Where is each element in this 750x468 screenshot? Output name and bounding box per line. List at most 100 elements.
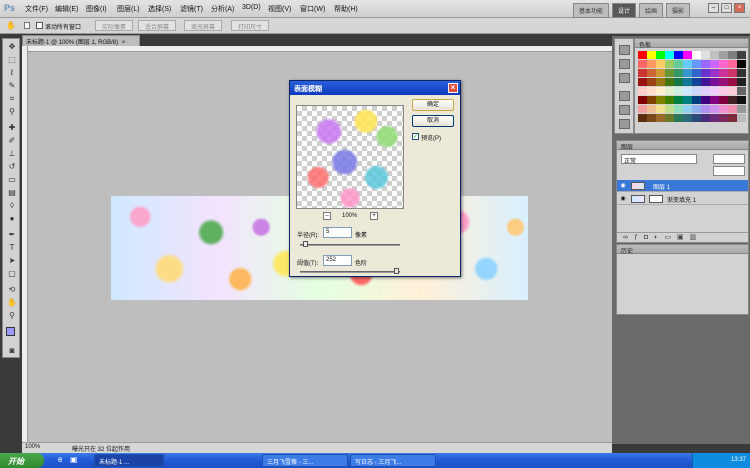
shape-tool-icon[interactable]: ▢ — [6, 268, 18, 279]
color-swatch[interactable] — [701, 60, 710, 68]
task-browser-1[interactable]: 三月飞雪薇 - 三... — [262, 454, 348, 467]
color-swatch[interactable] — [701, 51, 710, 59]
visibility-eye-icon[interactable]: ◉ — [619, 195, 627, 202]
add-mask-icon[interactable]: ◘ — [644, 234, 654, 241]
color-swatch[interactable] — [665, 60, 674, 68]
layer-name[interactable]: 图层 1 — [653, 182, 670, 191]
color-swatch[interactable] — [656, 105, 665, 113]
color-swatch[interactable] — [674, 51, 683, 59]
color-swatch[interactable] — [737, 105, 746, 113]
fill-screen-button[interactable]: 填充屏幕 — [184, 20, 223, 31]
color-swatch[interactable] — [638, 78, 647, 86]
dodge-tool-icon[interactable]: ● — [6, 213, 18, 224]
color-swatch[interactable] — [710, 60, 719, 68]
color-swatch[interactable] — [710, 51, 719, 59]
radius-input[interactable]: 5 — [323, 227, 352, 238]
color-swatch[interactable] — [719, 105, 728, 113]
eyedropper-tool-icon[interactable]: ⚲ — [6, 106, 18, 117]
color-swatch[interactable] — [737, 60, 746, 68]
color-swatch[interactable] — [674, 69, 683, 77]
color-swatch[interactable] — [674, 78, 683, 86]
color-swatch[interactable] — [728, 96, 737, 104]
color-swatch[interactable] — [719, 78, 728, 86]
color-swatch[interactable] — [728, 114, 737, 122]
workspace-painting[interactable]: 绘画 — [638, 3, 663, 18]
ok-button[interactable]: 确定 — [412, 99, 454, 111]
3d-rotate-tool-icon[interactable]: ⟲ — [6, 284, 18, 295]
layer-style-icon[interactable]: ƒ — [634, 234, 644, 241]
color-swatch[interactable] — [647, 78, 656, 86]
channels-panel-icon[interactable] — [619, 119, 630, 129]
color-swatch[interactable] — [656, 87, 665, 95]
color-swatch[interactable] — [692, 78, 701, 86]
color-swatch[interactable] — [647, 51, 656, 59]
dialog-close-icon[interactable]: × — [448, 83, 458, 93]
color-swatch[interactable] — [737, 87, 746, 95]
color-swatch[interactable] — [647, 87, 656, 95]
menu-window[interactable]: 窗口(W) — [300, 4, 325, 14]
color-swatch[interactable] — [719, 96, 728, 104]
color-swatch[interactable] — [737, 114, 746, 122]
zoom-level[interactable]: 100% — [25, 444, 40, 450]
clock[interactable]: 13:37 — [731, 457, 746, 463]
color-swatch[interactable] — [638, 69, 647, 77]
move-tool-icon[interactable]: ✥ — [6, 41, 18, 52]
fit-screen-button[interactable]: 适合屏幕 — [138, 20, 177, 31]
visibility-eye-icon[interactable]: ◉ — [619, 182, 627, 189]
actual-pixels-button[interactable]: 实际像素 — [95, 20, 134, 31]
color-swatch[interactable] — [737, 69, 746, 77]
color-swatch[interactable] — [692, 87, 701, 95]
dialog-title-bar[interactable]: 表面模糊 × — [290, 81, 460, 95]
tool-preset-dropdown[interactable] — [24, 22, 30, 29]
eraser-tool-icon[interactable]: ▭ — [6, 174, 18, 185]
layer-name[interactable]: 渐变填充 1 — [667, 195, 696, 204]
color-swatch[interactable] — [710, 114, 719, 122]
history-tab[interactable]: 历史 — [621, 249, 633, 255]
layer-row[interactable]: ◉ 渐变填充 1 — [617, 193, 748, 205]
color-swatch[interactable] — [728, 78, 737, 86]
menu-filter[interactable]: 滤镜(T) — [180, 4, 203, 14]
fill-field[interactable] — [713, 166, 745, 176]
document-tab[interactable]: 未标题-1 @ 100% (图层 1, RGB/8) × — [22, 35, 140, 46]
swatches-tab[interactable]: 色板 — [639, 43, 651, 49]
task-photoshop[interactable]: 未标题-1 ... — [94, 454, 164, 467]
workspace-design[interactable]: 设计 — [611, 3, 636, 18]
color-swatch[interactable] — [665, 105, 674, 113]
link-layers-icon[interactable]: ∞ — [623, 234, 634, 241]
lasso-tool-icon[interactable]: ℓ — [6, 67, 18, 78]
zoom-tool-icon[interactable]: ⚲ — [6, 310, 18, 321]
color-swatch[interactable] — [656, 60, 665, 68]
color-swatch[interactable] — [674, 96, 683, 104]
styles-panel-icon[interactable] — [619, 73, 630, 83]
color-swatch[interactable] — [638, 96, 647, 104]
opacity-field[interactable] — [713, 154, 745, 164]
threshold-input[interactable]: 252 — [323, 255, 352, 266]
color-swatch[interactable] — [638, 105, 647, 113]
group-icon[interactable]: ▭ — [664, 234, 677, 241]
threshold-slider-knob[interactable] — [394, 268, 400, 274]
quick-mask-icon[interactable]: ◙ — [6, 345, 18, 356]
color-swatch[interactable] — [737, 96, 746, 104]
color-swatch[interactable] — [719, 87, 728, 95]
history-brush-tool-icon[interactable]: ↺ — [6, 161, 18, 172]
color-swatch[interactable] — [674, 60, 683, 68]
color-swatch[interactable] — [683, 96, 692, 104]
color-swatch[interactable] — [737, 78, 746, 86]
color-swatch[interactable] — [728, 105, 737, 113]
adjustments-panel-icon[interactable] — [619, 91, 630, 101]
color-swatch[interactable] — [710, 105, 719, 113]
color-swatch[interactable] — [683, 87, 692, 95]
color-swatch[interactable] — [665, 114, 674, 122]
gradient-tool-icon[interactable]: ▤ — [6, 187, 18, 198]
foreground-color-swatch[interactable] — [6, 327, 15, 336]
maximize-icon[interactable]: □ — [721, 3, 732, 13]
color-swatch[interactable] — [692, 96, 701, 104]
color-swatch[interactable] — [710, 87, 719, 95]
color-swatch[interactable] — [683, 60, 692, 68]
color-swatch[interactable] — [737, 51, 746, 59]
hand-tool-icon[interactable]: ✋ — [6, 297, 18, 308]
menu-3d[interactable]: 3D(D) — [242, 4, 261, 11]
color-swatch[interactable] — [683, 114, 692, 122]
color-swatch[interactable] — [665, 96, 674, 104]
color-swatch[interactable] — [683, 69, 692, 77]
